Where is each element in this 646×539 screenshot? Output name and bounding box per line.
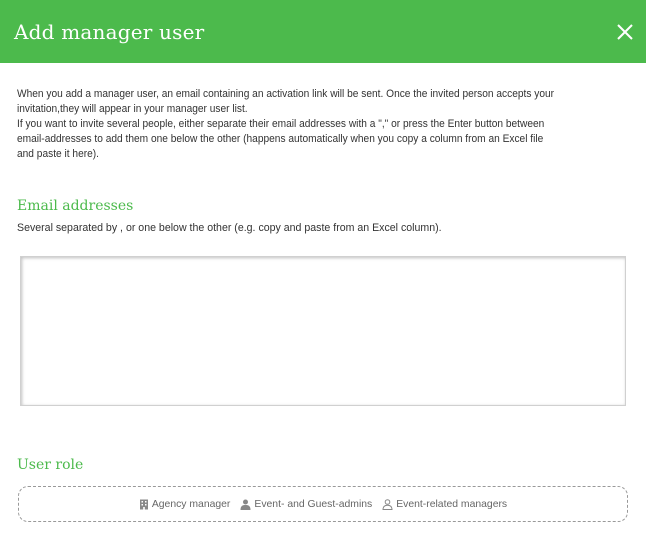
modal-header: Add manager user (0, 0, 646, 63)
intro-line: email-addresses to add them one below th… (17, 133, 544, 145)
intro-line: If you want to invite several people, ei… (17, 118, 545, 130)
email-hint: Several separated by , or one below the … (17, 222, 442, 234)
role-section-title: User role (17, 457, 84, 473)
building-icon (139, 499, 148, 509)
role-option-label: Event-related managers (396, 498, 508, 510)
role-option-event-related-managers[interactable]: Event-related managers (382, 499, 507, 510)
modal-title: Add manager user (14, 19, 205, 44)
role-option-event-guest-admins[interactable]: Event- and Guest-admins (240, 499, 372, 510)
email-addresses-input[interactable] (20, 256, 626, 406)
email-section-title: Email addresses (17, 198, 134, 214)
user-outline-icon (382, 498, 393, 510)
role-option-label: Agency manager (151, 498, 231, 510)
role-option-label: Event- and Guest-admins (254, 498, 373, 510)
close-icon[interactable] (614, 21, 636, 43)
intro-text: When you add a manager user, an email co… (17, 87, 629, 162)
close-button[interactable] (614, 21, 636, 43)
intro-line: When you add a manager user, an email co… (17, 88, 555, 100)
intro-line: and paste it here). (17, 148, 99, 160)
user-filled-icon (240, 499, 251, 510)
role-option-agency-manager[interactable]: Agency manager (139, 498, 231, 510)
role-selector: Agency manager Event- and Guest-admins E… (18, 486, 628, 522)
intro-line: invitation,they will appear in your mana… (17, 103, 248, 115)
